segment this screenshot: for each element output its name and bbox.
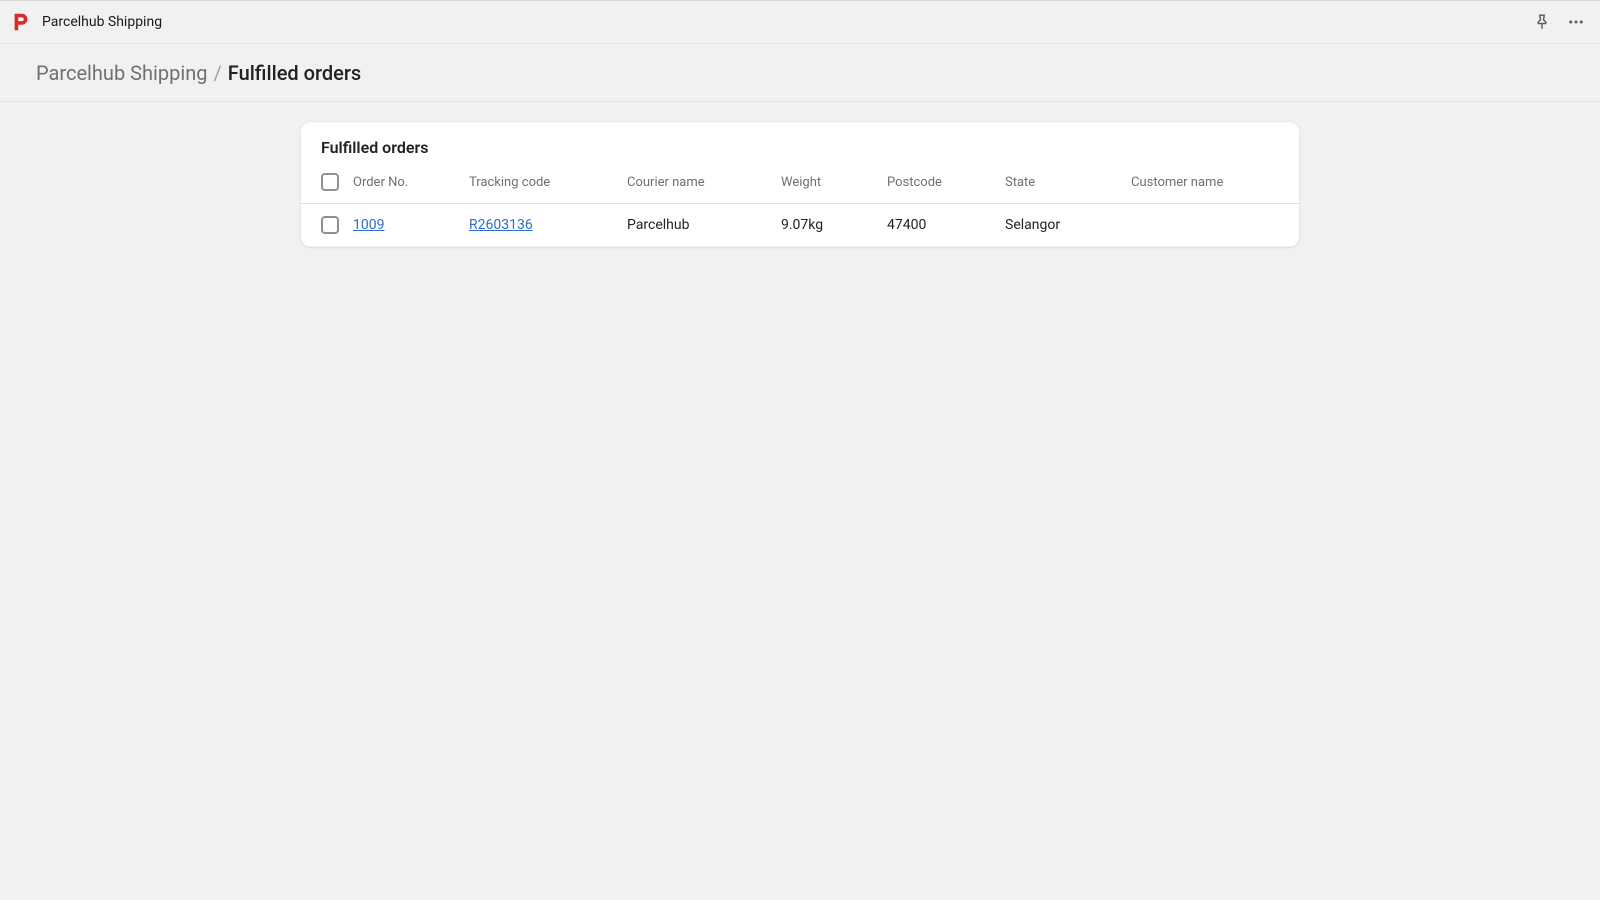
more-icon[interactable] <box>1566 12 1586 32</box>
row-checkbox-cell <box>301 204 345 247</box>
customer-name-truncated <box>1131 213 1291 223</box>
breadcrumb-separator: / <box>214 61 222 85</box>
cell-state: Selangor <box>997 204 1123 247</box>
cell-courier: Parcelhub <box>619 204 773 247</box>
content-area: Fulfilled orders Order No. Tracking code… <box>0 102 1600 247</box>
breadcrumb-root[interactable]: Parcelhub Shipping <box>36 61 208 85</box>
cell-order-no: 1009 <box>345 204 461 247</box>
header-checkbox-cell <box>301 163 345 204</box>
header-tracking[interactable]: Tracking code <box>461 163 619 204</box>
header-state[interactable]: State <box>997 163 1123 204</box>
app-name: Parcelhub Shipping <box>42 14 162 30</box>
tracking-link[interactable]: R2603136 <box>469 217 533 233</box>
table-row[interactable]: 1009 R2603136 Parcelhub 9.07kg 47400 Sel… <box>301 204 1299 247</box>
header-postcode[interactable]: Postcode <box>879 163 997 204</box>
cell-postcode: 47400 <box>879 204 997 247</box>
top-actions <box>1532 12 1586 32</box>
card-title: Fulfilled orders <box>301 122 1299 163</box>
header-courier[interactable]: Courier name <box>619 163 773 204</box>
breadcrumb: Parcelhub Shipping / Fulfilled orders <box>0 44 1600 102</box>
cell-customer <box>1123 204 1299 247</box>
order-link[interactable]: 1009 <box>353 217 384 233</box>
brand: Parcelhub Shipping <box>10 11 162 33</box>
header-customer[interactable]: Customer name <box>1123 163 1299 204</box>
table-header-row: Order No. Tracking code Courier name Wei… <box>301 163 1299 204</box>
cell-tracking: R2603136 <box>461 204 619 247</box>
select-all-checkbox[interactable] <box>321 173 339 191</box>
row-checkbox[interactable] <box>321 216 339 234</box>
header-weight[interactable]: Weight <box>773 163 879 204</box>
parcelhub-logo-icon <box>10 11 32 33</box>
orders-table: Order No. Tracking code Courier name Wei… <box>301 163 1299 247</box>
app-top-bar: Parcelhub Shipping <box>0 0 1600 44</box>
fulfilled-orders-card: Fulfilled orders Order No. Tracking code… <box>301 122 1299 247</box>
breadcrumb-current: Fulfilled orders <box>228 61 361 85</box>
pin-icon[interactable] <box>1532 12 1552 32</box>
cell-weight: 9.07kg <box>773 204 879 247</box>
header-order-no[interactable]: Order No. <box>345 163 461 204</box>
